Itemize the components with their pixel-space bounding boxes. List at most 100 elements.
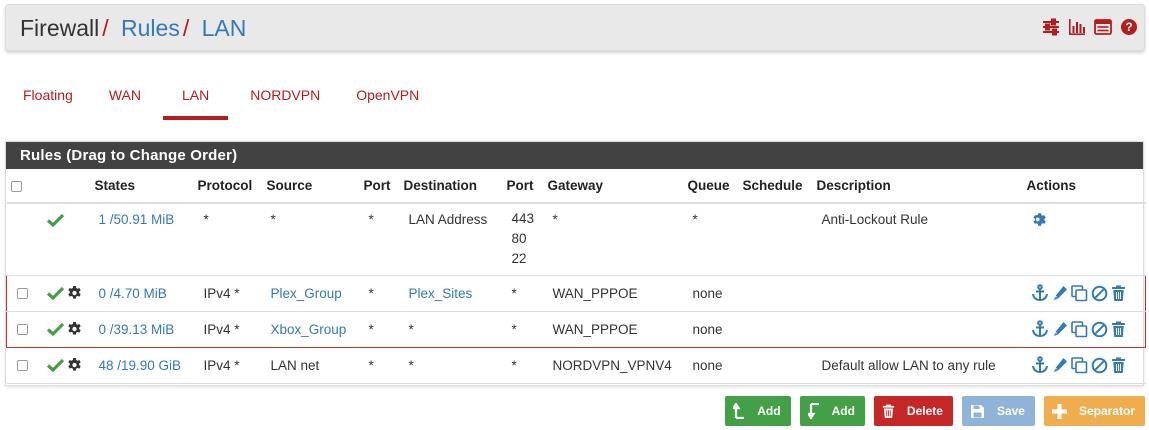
disable-icon[interactable] [1091, 321, 1108, 338]
row-checkbox[interactable] [17, 324, 28, 336]
row-checkbox[interactable] [16, 360, 28, 372]
page-header: Firewall / Rules / LAN ? [5, 4, 1145, 51]
add-top-label: Add [757, 404, 781, 418]
copy-icon[interactable] [1070, 284, 1088, 302]
states-link[interactable]: 0 /4.70 MiB [99, 286, 167, 301]
queue-cell: none [683, 274, 739, 312]
save-button[interactable]: Save [961, 396, 1035, 426]
breadcrumb-lan-link[interactable]: LAN [202, 15, 247, 41]
column-header-source-port: Port [359, 169, 400, 204]
protocol-cell: * [193, 203, 263, 276]
tab-lan[interactable]: LAN [162, 78, 229, 120]
schedule-cell [738, 310, 813, 348]
pencil-icon[interactable] [1052, 285, 1068, 301]
destination-port-cell: * [502, 347, 544, 384]
column-header [40, 169, 91, 204]
rule-action-buttons: Add Add Delete Save Separator [725, 396, 1145, 426]
column-header-queue: Queue [683, 169, 739, 204]
source-alias-link[interactable]: Plex_Group [271, 286, 342, 301]
select-all-cell [6, 169, 41, 204]
pencil-icon[interactable] [1052, 357, 1068, 373]
destination-alias-link[interactable]: Plex_Sites [409, 286, 473, 301]
bar-chart-icon[interactable] [1068, 18, 1086, 36]
anchor-icon[interactable] [1031, 284, 1049, 302]
pencil-icon[interactable] [1052, 321, 1068, 337]
schedule-cell [738, 274, 813, 312]
breadcrumb-firewall: Firewall [20, 15, 100, 41]
tab-openvpn[interactable]: OpenVPN [338, 78, 437, 120]
row-checkbox[interactable] [17, 288, 28, 300]
port-value: 22 [511, 251, 527, 266]
rules-panel: Rules (Drag to Change Order) States Prot… [5, 141, 1146, 386]
states-link[interactable]: 0 /39.13 MiB [99, 322, 175, 337]
destination-cell: LAN Address [399, 203, 503, 276]
breadcrumb-rules-link[interactable]: Rules [121, 15, 180, 41]
help-circle-icon[interactable]: ? [1120, 18, 1138, 36]
source-port-cell: * [359, 274, 400, 312]
header-icons: ? [1042, 18, 1138, 36]
add-bottom-label: Add [831, 404, 855, 418]
states-link[interactable]: 1 /50.91 MiB [99, 212, 175, 227]
destination-port-cell: * [502, 310, 544, 348]
table-row[interactable]: 0 /39.13 MiB IPv4 * Xbox_Group * * * WAN… [6, 310, 1146, 348]
check-icon[interactable] [46, 322, 64, 337]
check-icon[interactable] [46, 286, 64, 301]
description-cell [812, 274, 1023, 312]
tab-nordvpn[interactable]: NORDVPN [232, 78, 338, 120]
table-row: 1 /50.91 MiB * * * LAN Address 443 80 22… [6, 203, 1146, 276]
table-row[interactable]: 48 /19.90 GiB IPv4 * LAN net * * * NORDV… [6, 347, 1146, 384]
delete-button[interactable]: Delete [873, 396, 953, 426]
protocol-cell: IPv4 * [193, 347, 263, 384]
gateway-cell: WAN_PPPOE [543, 310, 684, 348]
anchor-icon[interactable] [1031, 356, 1049, 374]
gear-icon[interactable] [67, 357, 82, 373]
gear-icon[interactable] [67, 285, 82, 301]
trash-icon[interactable] [1111, 321, 1126, 338]
tab-floating[interactable]: Floating [5, 78, 91, 120]
description-cell [812, 310, 1023, 348]
separator-label: Separator [1078, 404, 1135, 418]
select-all-checkbox[interactable] [10, 180, 22, 192]
table-header-row: States Protocol Source Port Destination … [6, 169, 1146, 204]
breadcrumb-separator: / [182, 15, 190, 41]
disable-icon[interactable] [1091, 285, 1108, 302]
queue-cell: * [683, 203, 739, 276]
destination-port-cell: 443 80 22 [502, 203, 544, 276]
source-port-cell: * [359, 347, 400, 384]
copy-icon[interactable] [1070, 320, 1088, 338]
add-rule-bottom-button[interactable]: Add [799, 396, 865, 426]
disable-icon[interactable] [1091, 357, 1108, 374]
column-header-actions: Actions [1022, 169, 1146, 204]
trash-icon[interactable] [1111, 357, 1126, 374]
gear-icon[interactable] [67, 321, 82, 337]
source-cell: LAN net [262, 347, 360, 384]
table-list-icon[interactable] [1094, 18, 1112, 36]
column-header-destination-port: Port [502, 169, 544, 204]
save-label: Save [996, 404, 1025, 418]
queue-cell: none [683, 347, 739, 384]
trash-icon[interactable] [1111, 285, 1126, 302]
gear-icon[interactable] [1031, 212, 1048, 229]
tab-wan[interactable]: WAN [91, 78, 159, 120]
plus-icon [1051, 403, 1067, 419]
copy-icon[interactable] [1070, 356, 1088, 374]
arrow-down-icon [807, 403, 819, 419]
source-port-cell: * [359, 203, 400, 276]
source-port-cell: * [359, 310, 400, 348]
source-cell: * [262, 203, 360, 276]
breadcrumb: Firewall / Rules / LAN [20, 15, 246, 41]
add-separator-button[interactable]: Separator [1043, 396, 1145, 426]
sliders-icon[interactable] [1042, 18, 1060, 36]
protocol-cell: IPv4 * [193, 310, 263, 348]
port-value: 80 [511, 231, 527, 246]
anchor-icon[interactable] [1031, 320, 1049, 338]
column-header-protocol: Protocol [193, 169, 263, 204]
states-link[interactable]: 48 /19.90 GiB [99, 358, 182, 373]
add-rule-top-button[interactable]: Add [725, 396, 791, 426]
source-alias-link[interactable]: Xbox_Group [271, 322, 347, 337]
check-icon[interactable] [46, 358, 64, 373]
table-row[interactable]: 0 /4.70 MiB IPv4 * Plex_Group * Plex_Sit… [6, 274, 1146, 312]
breadcrumb-separator: / [102, 15, 109, 41]
destination-cell: * [399, 310, 503, 348]
panel-title: Rules (Drag to Change Order) [6, 142, 1143, 169]
